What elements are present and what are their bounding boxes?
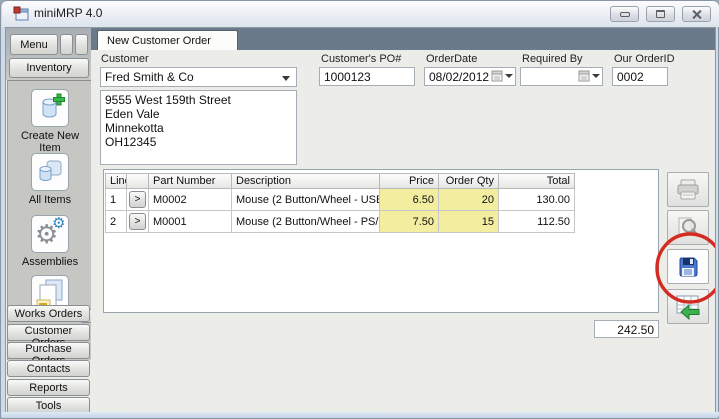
export-grid-button[interactable]	[667, 289, 709, 324]
required-by-picker[interactable]	[520, 67, 603, 86]
minimize-icon	[620, 12, 630, 17]
customer-label: Customer	[101, 53, 149, 65]
order-date-picker[interactable]: 08/02/2012	[424, 67, 516, 86]
chevron-down-icon[interactable]	[282, 76, 290, 81]
cell-price[interactable]: 7.50	[380, 211, 439, 233]
order-lines-grid: Line Part Number Description Price Order…	[105, 173, 575, 233]
grid-header-row: Line Part Number Description Price Order…	[105, 173, 575, 189]
cell-line: 2	[105, 211, 127, 233]
tab-new-customer-order[interactable]: New Customer Order	[97, 30, 238, 50]
purchase-orders-button[interactable]: Purchase Orders	[7, 342, 90, 359]
window-frame-bottom	[2, 412, 719, 418]
customer-orders-button[interactable]: Customer Orders	[7, 324, 90, 341]
cell-part-number[interactable]: M0001	[149, 211, 232, 233]
assemblies-icon: ⚙ ⚙	[31, 215, 69, 253]
col-header-line[interactable]: Line	[105, 173, 127, 189]
calendar-icon[interactable]	[491, 70, 503, 82]
print-preview-icon	[676, 216, 700, 240]
chevron-down-icon[interactable]	[592, 74, 600, 78]
close-icon	[692, 9, 702, 19]
maximize-button[interactable]	[646, 6, 675, 22]
reports-button[interactable]: Reports	[7, 379, 90, 396]
inventory-button[interactable]: Inventory	[9, 58, 89, 78]
col-header-expand	[127, 173, 149, 189]
table-row[interactable]: 2 > M0001 Mouse (2 Button/Wheel - PS/2) …	[105, 211, 575, 233]
cell-description[interactable]: Mouse (2 Button/Wheel - PS/2)	[232, 211, 380, 233]
order-date-label: OrderDate	[426, 53, 477, 65]
minimize-button[interactable]	[610, 6, 639, 22]
col-header-qty[interactable]: Order Qty	[439, 173, 499, 189]
order-date-value: 08/02/2012	[429, 70, 489, 84]
expand-row-button[interactable]: >	[129, 191, 146, 208]
menu-button[interactable]: Menu	[10, 34, 58, 55]
sidebar-item-create-new-item[interactable]: Create New Item	[8, 89, 92, 154]
cell-total: 130.00	[499, 189, 575, 211]
title-bar[interactable]: miniMRP 4.0	[2, 1, 719, 27]
cell-price[interactable]: 6.50	[380, 189, 439, 211]
cell-part-number[interactable]: M0002	[149, 189, 232, 211]
po-input[interactable]: 1000123	[319, 67, 415, 86]
chevron-down-icon[interactable]	[505, 74, 513, 78]
gear-small-icon: ⚙	[52, 216, 65, 231]
customer-combobox[interactable]: Fred Smith & Co	[100, 67, 297, 87]
order-form: Customer Fred Smith & Co Customer's PO# …	[91, 50, 716, 414]
order-lines-panel: Line Part Number Description Price Order…	[103, 169, 659, 313]
tab-strip: New Customer Order	[91, 28, 716, 50]
expand-row-button[interactable]: >	[129, 213, 146, 230]
sidebar-item-label: All Items	[8, 194, 92, 206]
save-button[interactable]	[667, 249, 709, 284]
sidebar-item-assemblies[interactable]: ⚙ ⚙ Assemblies	[8, 215, 92, 268]
window-title: miniMRP 4.0	[34, 6, 102, 20]
required-by-label: Required By	[522, 53, 583, 65]
cell-qty[interactable]: 20	[439, 189, 499, 211]
col-header-part-number[interactable]: Part Number	[149, 173, 232, 189]
customer-address-box[interactable]: 9555 West 159th Street Eden Vale Minneko…	[100, 90, 297, 165]
order-id-label: Our OrderID	[614, 53, 675, 65]
cell-description[interactable]: Mouse (2 Button/Wheel - USB	[232, 189, 380, 211]
calendar-icon[interactable]	[578, 70, 590, 82]
app-window: miniMRP 4.0 Menu Inventory	[0, 0, 719, 419]
po-label: Customer's PO#	[321, 53, 401, 65]
printer-icon	[675, 178, 701, 202]
contacts-button[interactable]: Contacts	[7, 360, 90, 377]
sidebar-item-all-items[interactable]: All Items	[8, 153, 92, 206]
customer-value: Fred Smith & Co	[105, 70, 194, 84]
col-header-price[interactable]: Price	[380, 173, 439, 189]
maximize-icon	[656, 10, 665, 18]
print-button[interactable]	[667, 172, 709, 207]
close-button[interactable]	[682, 6, 711, 22]
order-total-box: 242.50	[594, 320, 659, 338]
col-header-description[interactable]: Description	[232, 173, 380, 189]
client-area: Menu Inventory Create New Item	[5, 27, 716, 414]
sidebar-item-label: Create New Item	[8, 130, 92, 154]
works-orders-button[interactable]: Works Orders	[7, 305, 90, 322]
save-floppy-icon	[676, 255, 700, 279]
table-row[interactable]: 1 > M0002 Mouse (2 Button/Wheel - USB 6.…	[105, 189, 575, 211]
col-header-total[interactable]: Total	[499, 173, 575, 189]
cell-expand: >	[127, 189, 149, 211]
toolbar-small-button-1[interactable]	[60, 34, 73, 55]
cell-qty[interactable]: 15	[439, 211, 499, 233]
cell-expand: >	[127, 211, 149, 233]
cell-total: 112.50	[499, 211, 575, 233]
cell-line: 1	[105, 189, 127, 211]
sidebar-item-label: Assemblies	[8, 256, 92, 268]
all-items-icon	[31, 153, 69, 191]
app-icon	[13, 6, 29, 22]
export-grid-icon	[674, 294, 702, 320]
order-id-input[interactable]: 0002	[612, 67, 668, 86]
toolbar-small-button-2[interactable]	[75, 34, 88, 55]
create-new-item-icon	[31, 89, 69, 127]
print-preview-button[interactable]	[667, 210, 709, 245]
